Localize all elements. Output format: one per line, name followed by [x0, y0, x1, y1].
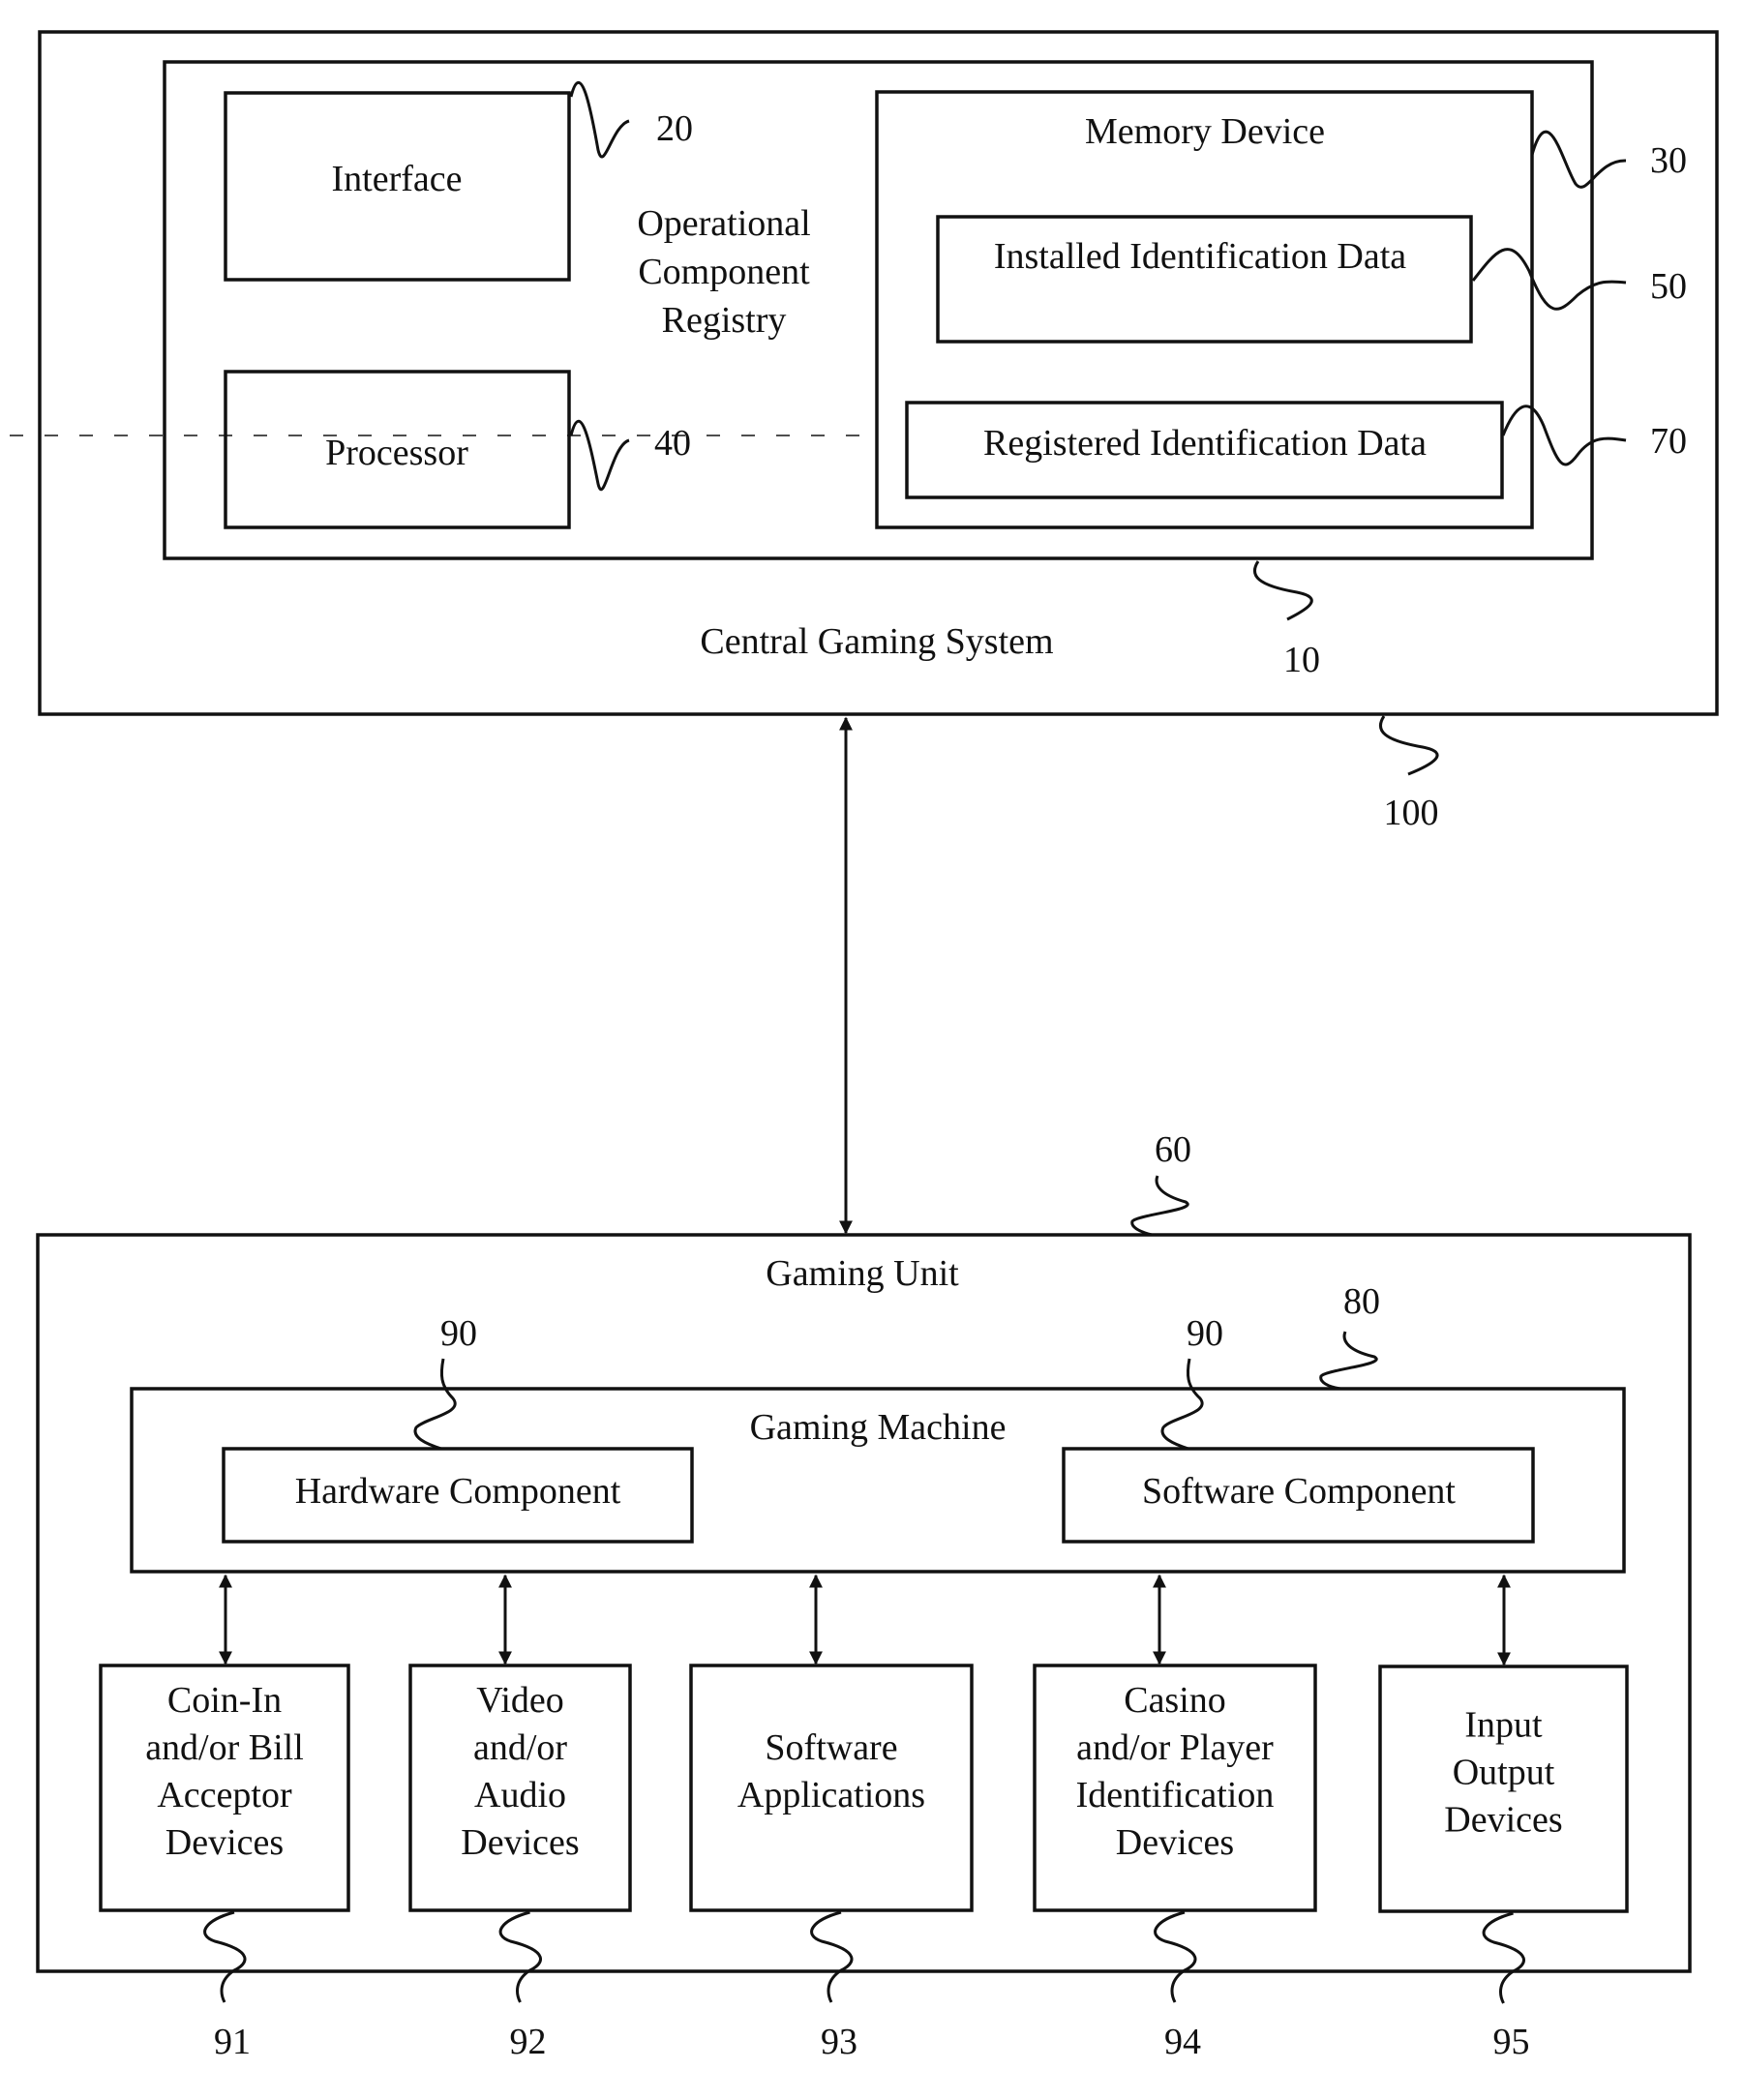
central-gaming-system: Central Gaming System Operational Compon… — [10, 30, 1719, 833]
leader-line-100 — [1378, 715, 1439, 776]
leader-line-20 — [569, 80, 630, 159]
memory-device-block: Memory Device 30 Installed Identificatio… — [875, 90, 1687, 529]
ref-label-95: 95 — [1493, 2022, 1530, 2062]
peripheral-label-line: Acceptor — [157, 1775, 292, 1815]
peripheral-label-line: and/or — [473, 1727, 567, 1768]
leader-line-40 — [569, 419, 630, 492]
leader-line-70 — [1501, 405, 1627, 466]
hardware-component-label: Hardware Component — [295, 1471, 621, 1512]
software-component-label: Software Component — [1142, 1471, 1456, 1512]
gaming-machine-label: Gaming Machine — [750, 1407, 1007, 1448]
ref-label-91: 91 — [214, 2022, 251, 2062]
leader-line-60 — [1130, 1175, 1189, 1237]
registry-title-line-3: Registry — [662, 300, 787, 341]
registered-identification-data-label: Registered Identification Data — [983, 423, 1427, 464]
leader-line-50 — [1471, 248, 1627, 311]
ref-label-50: 50 — [1650, 266, 1687, 307]
central-gaming-system-label: Central Gaming System — [700, 621, 1053, 662]
peripheral-label-line: Devices — [1444, 1800, 1562, 1841]
leader-line-90-software — [1160, 1358, 1204, 1451]
interface-label: Interface — [332, 159, 463, 199]
ref-label-93: 93 — [821, 2022, 857, 2062]
ref-label-60: 60 — [1155, 1129, 1191, 1170]
peripheral-video-audio: Video and/or Audio Devices 92 — [408, 1574, 632, 2062]
peripheral-label-line: Video — [476, 1680, 564, 1721]
peripheral-label-line: Software — [765, 1727, 897, 1768]
ref-label-94: 94 — [1164, 2022, 1201, 2062]
leader-line-30 — [1530, 130, 1627, 189]
peripheral-label-line: Devices — [1116, 1822, 1234, 1863]
peripheral-label-line: Input — [1464, 1705, 1543, 1746]
processor-block: Processor 40 — [224, 370, 691, 529]
peripheral-label-line: and/or Player — [1076, 1727, 1274, 1768]
leader-line-80 — [1319, 1331, 1378, 1391]
peripheral-coin-in-bill-acceptor: Coin-In and/or Bill Acceptor Devices 91 — [99, 1574, 350, 2062]
peripheral-label-line: Applications — [737, 1775, 925, 1815]
peripheral-casino-player-identification: Casino and/or Player Identification Devices… — [1033, 1574, 1317, 2062]
leader-line-92 — [498, 1910, 542, 2003]
peripheral-label-line: Devices — [165, 1822, 284, 1863]
ref-label-10: 10 — [1283, 640, 1320, 680]
leader-line-95 — [1482, 1911, 1525, 2004]
patent-diagram: Central Gaming System Operational Compon… — [10, 30, 1719, 2062]
operational-component-registry: Operational Component Registry Interface… — [163, 60, 1687, 680]
peripheral-software-applications: Software Applications 93 — [689, 1574, 974, 2062]
ref-label-100: 100 — [1384, 793, 1439, 833]
ref-label-92: 92 — [510, 2022, 547, 2062]
ref-label-20: 20 — [656, 108, 693, 149]
ref-label-40: 40 — [654, 423, 691, 464]
gaming-unit-label: Gaming Unit — [766, 1253, 959, 1294]
memory-device-label: Memory Device — [1085, 111, 1325, 152]
gaming-unit-box — [36, 1233, 1692, 1973]
peripheral-label-line: Output — [1453, 1753, 1555, 1793]
installed-identification-data-label: Installed Identification Data — [994, 236, 1406, 277]
ref-label-30: 30 — [1650, 140, 1687, 181]
peripheral-label-line: Identification — [1076, 1775, 1275, 1815]
ref-label-90-software: 90 — [1187, 1313, 1223, 1354]
ref-label-80: 80 — [1343, 1281, 1380, 1322]
peripheral-input-output: Input Output Devices 95 — [1378, 1574, 1629, 2062]
leader-line-94 — [1154, 1910, 1197, 2003]
peripheral-label-line: Casino — [1124, 1680, 1226, 1721]
gaming-machine: Gaming Machine 80 Hardware Component 90 … — [130, 1281, 1626, 1574]
interface-block: Interface 20 — [224, 80, 693, 282]
ref-label-90-hardware: 90 — [440, 1313, 477, 1354]
peripheral-label-line: Devices — [461, 1822, 579, 1863]
leader-line-10 — [1252, 560, 1313, 621]
registry-title-line-1: Operational — [637, 203, 810, 244]
ref-label-70: 70 — [1650, 421, 1687, 462]
peripheral-label-line: and/or Bill — [145, 1727, 304, 1768]
peripheral-label-line: Coin-In — [167, 1680, 282, 1721]
leader-line-90-hardware — [413, 1358, 457, 1451]
leader-line-91 — [203, 1910, 247, 2003]
leader-line-93 — [810, 1910, 854, 2003]
registry-title-line-2: Component — [638, 252, 810, 292]
gaming-unit: Gaming Unit 60 Gaming Machine 80 Hardwar… — [36, 1129, 1692, 2062]
peripheral-label-line: Audio — [474, 1775, 566, 1815]
processor-label: Processor — [325, 433, 468, 473]
peripheral-devices: Coin-In and/or Bill Acceptor Devices 91 Video… — [99, 1574, 1629, 2062]
